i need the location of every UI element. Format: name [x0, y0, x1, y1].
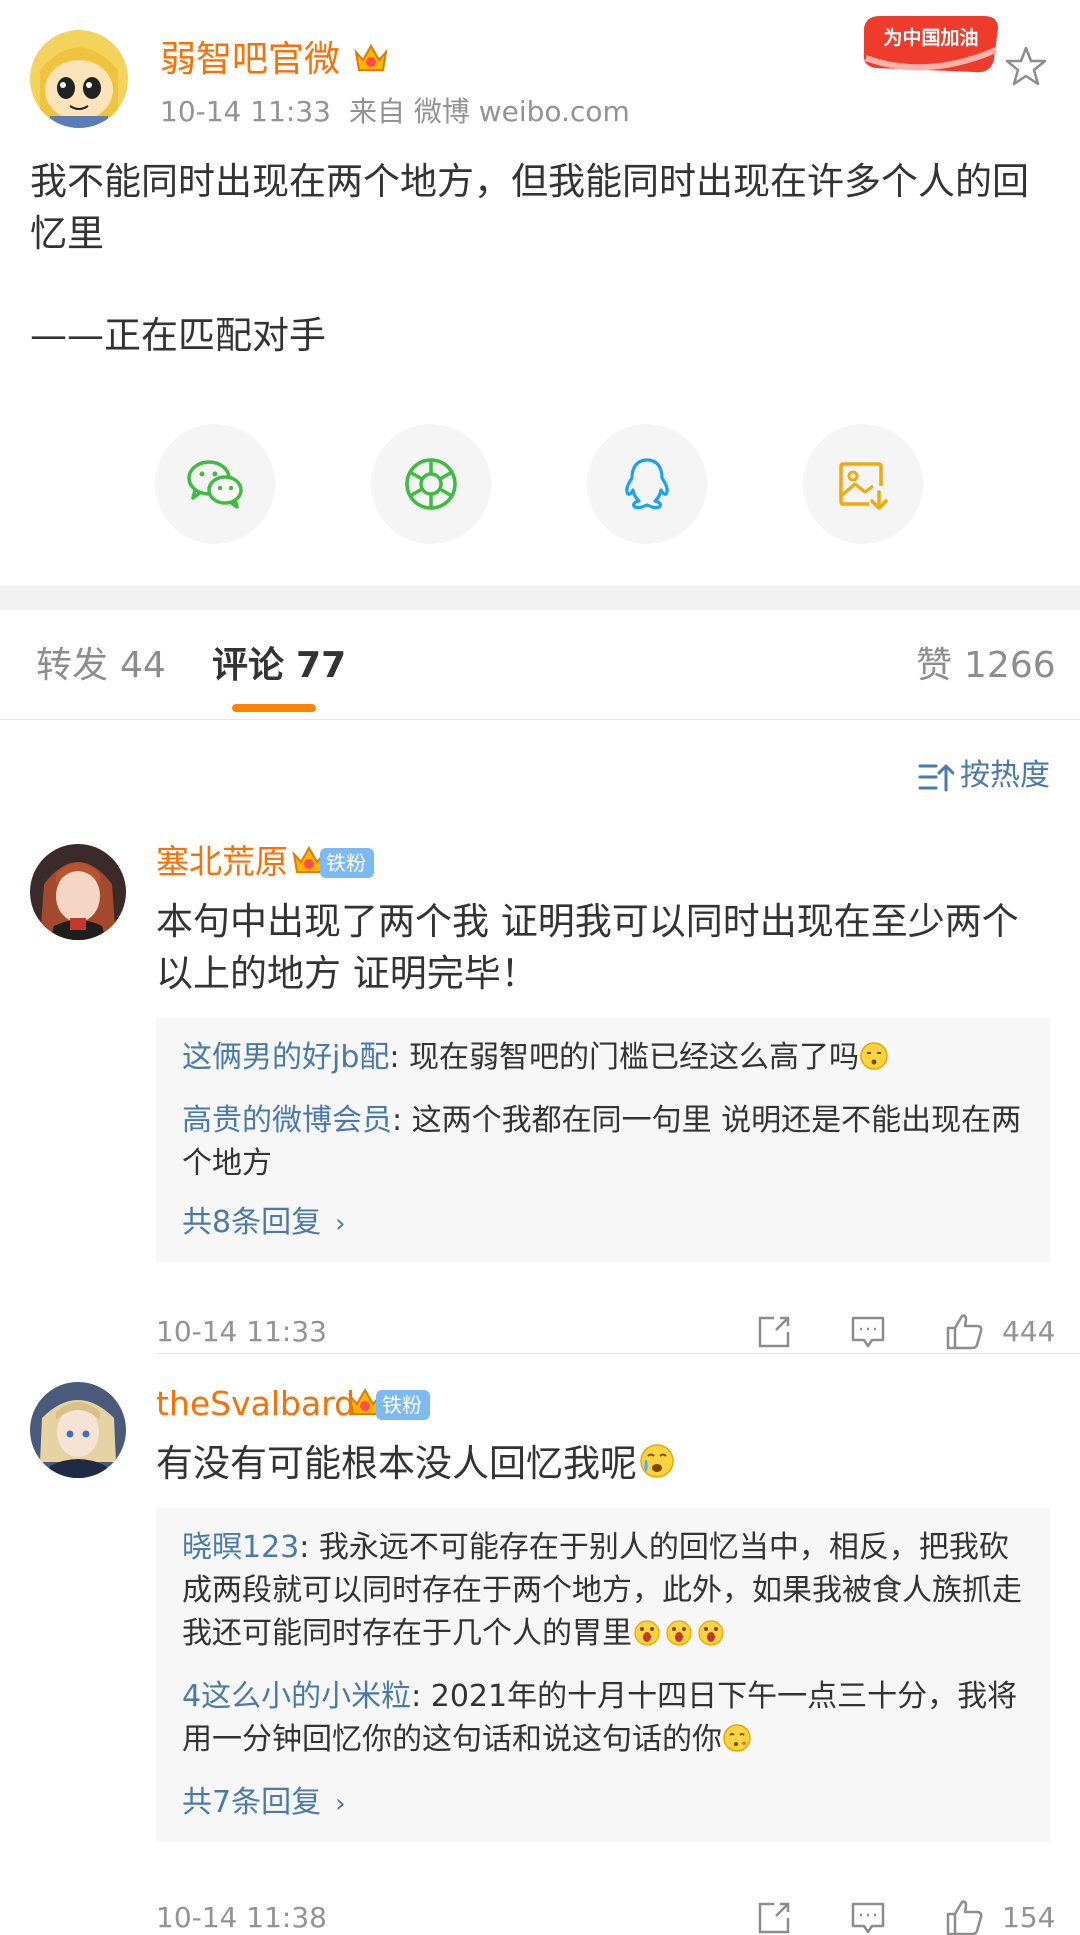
share-moments-button[interactable] [371, 424, 491, 544]
commenter-badges: 铁粉 [346, 1384, 430, 1424]
fan-badge: 铁粉 [376, 1390, 430, 1420]
vip-crown-icon [352, 40, 390, 82]
tab-reposts[interactable]: 转发 44 [36, 642, 166, 690]
tab-reposts-label: 转发 [36, 645, 109, 686]
wechat-icon [187, 460, 243, 509]
like-count: 154 [1002, 1901, 1056, 1934]
reply-icon[interactable] [848, 1308, 888, 1358]
reply-user[interactable]: 高贵的微博会员 [182, 1103, 392, 1138]
reply-item: 高贵的微博会员: 这两个我都在同一句里 说明还是不能出现在两个地方 [182, 1099, 1026, 1185]
tab-reposts-count: 44 [120, 645, 166, 686]
tab-comments-count: 77 [296, 645, 347, 686]
reply-item: 晓暝123: 我永远不可能存在于别人的回忆当中，相反，把我砍成两段就可以同时存在… [182, 1526, 1026, 1659]
comment-text-content: 有没有可能根本没人回忆我呢 [156, 1442, 637, 1485]
post-meta: 10-14 11:33 来自 微博 weibo.com [160, 94, 648, 130]
interaction-tabs: 转发 44 评论 77 赞 1266 [0, 610, 1080, 720]
more-replies-link[interactable]: 共8条回复 › [182, 1201, 1026, 1246]
tab-comments[interactable]: 评论 77 [212, 642, 346, 690]
reply-text: : 现在弱智吧的门槛已经这么高了吗 [389, 1040, 860, 1075]
commenter-avatar[interactable] [30, 1382, 126, 1478]
like-icon[interactable] [944, 1894, 986, 1935]
speechless-emoji-icon [859, 1040, 889, 1083]
reply-user[interactable]: 这俩男的好jb配 [182, 1040, 389, 1075]
share-wechat-button[interactable] [155, 424, 275, 544]
author-avatar[interactable] [30, 30, 128, 128]
commenter-avatar[interactable] [30, 844, 126, 940]
more-replies-label: 共8条回复 [182, 1205, 322, 1240]
comment-text: 本句中出现了两个我 证明我可以同时出现在至少两个以上的地方 证明完毕！ [156, 900, 1019, 995]
section-divider [0, 586, 1080, 610]
reply-user[interactable]: 晓暝123 [182, 1530, 299, 1565]
tab-likes[interactable]: 赞 1266 [916, 642, 1056, 690]
campaign-badge-label: 为中国加油 [883, 26, 978, 49]
fan-badge: 铁粉 [320, 848, 374, 878]
reply-icon[interactable] [848, 1894, 888, 1935]
commenter-name[interactable]: theSvalbard [156, 1382, 355, 1426]
chevron-right-icon: › [335, 1789, 346, 1819]
comment-time: 10-14 11:38 [156, 1901, 327, 1934]
save-image-icon [839, 462, 888, 510]
commenter-badges: 铁粉 [290, 842, 374, 882]
replies-box[interactable]: 这俩男的好jb配: 现在弱智吧的门槛已经这么高了吗 高贵的微博会员: 这两个我都… [156, 1018, 1050, 1262]
tab-likes-count: 1266 [964, 645, 1056, 686]
scared-emoji-icon [632, 1616, 728, 1659]
comment-divider [156, 1353, 1080, 1354]
post-time: 10-14 11:33 [160, 95, 331, 128]
sort-label: 按热度 [960, 758, 1050, 793]
reply-item: 这俩男的好jb配: 现在弱智吧的门槛已经这么高了吗 [182, 1036, 1026, 1083]
more-replies-label: 共7条回复 [182, 1785, 322, 1820]
save-image-button[interactable] [803, 424, 923, 544]
comment-footer: 10-14 11:38 154 [156, 1894, 1055, 1935]
replies-box[interactable]: 晓暝123: 我永远不可能存在于别人的回忆当中，相反，把我砍成两段就可以同时存在… [156, 1508, 1050, 1842]
comment-text: 有没有可能根本没人回忆我呢 [156, 1438, 1046, 1494]
reply-text: : 我永远不可能存在于别人的回忆当中，相反，把我砍成两段就可以同时存在于两个地方… [182, 1530, 1022, 1651]
author-name[interactable]: 弱智吧官微 [160, 36, 340, 84]
kiss-emoji-icon [722, 1722, 752, 1765]
share-row [0, 424, 1080, 544]
weibo-post: 弱智吧官微 10-14 11:33 来自 微博 weibo.com 为中国加油 我… [0, 0, 1080, 586]
comment-footer: 10-14 11:33 444 [156, 1308, 1055, 1358]
sort-icon [918, 764, 955, 791]
like-count: 444 [1002, 1315, 1056, 1348]
active-tab-indicator [232, 704, 316, 712]
post-text: 我不能同时出现在两个地方，但我能同时出现在许多个人的回忆里 [30, 160, 1029, 255]
share-icon[interactable] [754, 1308, 794, 1358]
crying-emoji-icon [637, 1440, 677, 1494]
comment-time: 10-14 11:33 [156, 1315, 327, 1348]
moments-icon [405, 458, 457, 510]
star-icon[interactable] [1004, 44, 1048, 88]
campaign-badge[interactable]: 为中国加油 [856, 10, 1006, 82]
tab-comments-label: 评论 [212, 645, 285, 686]
more-replies-link[interactable]: 共7条回复 › [182, 1781, 1026, 1826]
reply-user[interactable]: 4这么小的小米粒 [182, 1679, 411, 1714]
post-signature: ——正在匹配对手 [30, 314, 326, 357]
commenter-name[interactable]: 塞北荒原 [156, 840, 288, 884]
sort-button[interactable]: 按热度 [918, 756, 1050, 796]
tab-likes-label: 赞 [916, 645, 953, 686]
qq-icon [625, 458, 669, 510]
share-icon[interactable] [754, 1894, 794, 1935]
reply-item: 4这么小的小米粒: 2021年的十月十四日下午一点三十分，我将用一分钟回忆你的这… [182, 1675, 1026, 1765]
like-icon[interactable] [944, 1308, 986, 1358]
chevron-right-icon: › [335, 1209, 346, 1239]
share-qq-button[interactable] [587, 424, 707, 544]
post-source: 来自 微博 weibo.com [348, 95, 630, 128]
